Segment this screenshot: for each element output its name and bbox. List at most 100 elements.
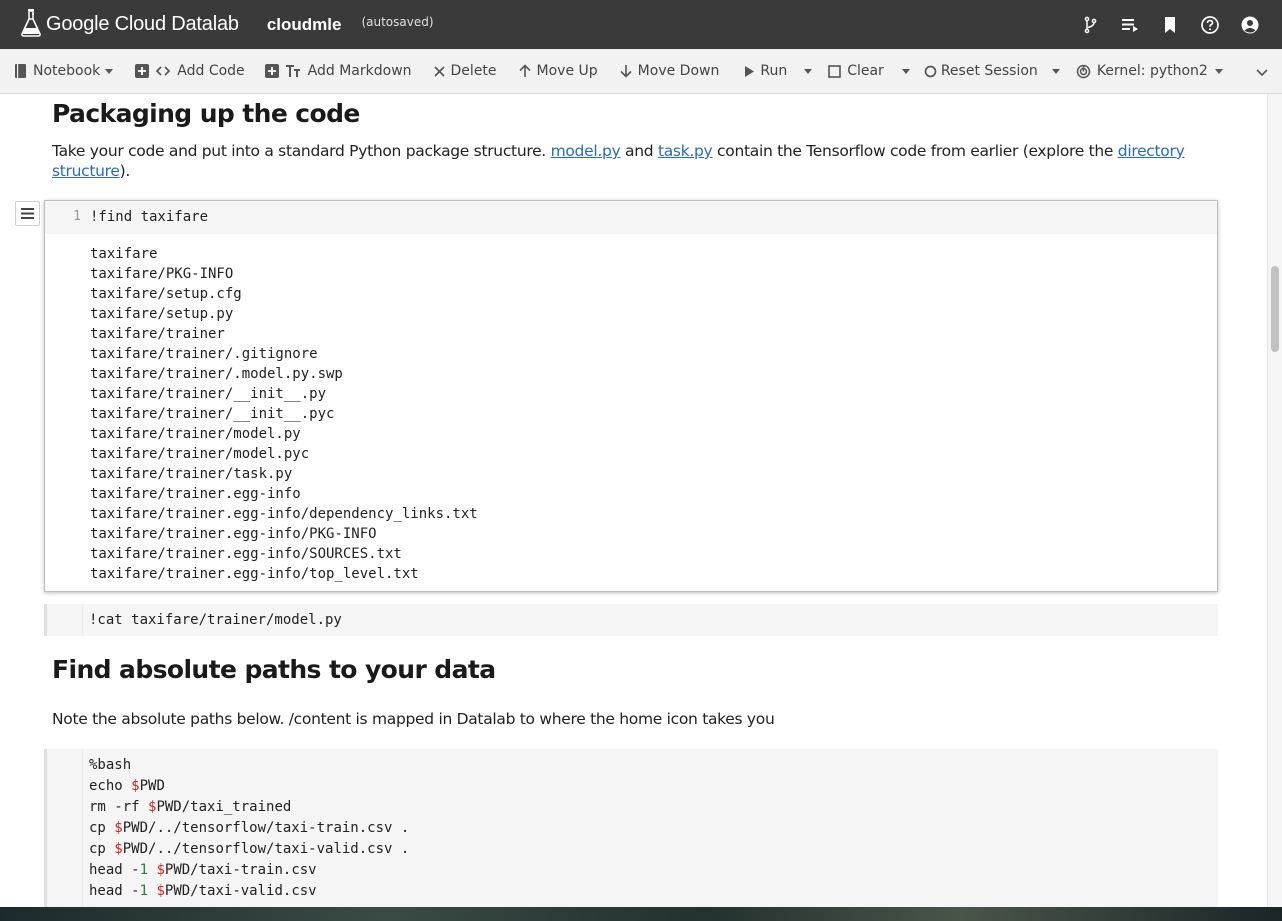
arrow-down-icon [620,64,632,78]
code-token: $ [114,820,123,836]
add-markdown-label: Add Markdown [307,63,412,79]
move-down-button[interactable]: Move Down [620,63,720,79]
code-token: $ [156,862,165,878]
move-down-label: Move Down [637,63,720,79]
code-line: !cat taxifare/trainer/model.py [89,612,342,628]
notebook-toolbar: Notebook Add Code Add Markdown Delete Mo… [0,49,1282,94]
code-cell-bash[interactable]: %bash echo $PWD rm -rf $ PWD/taxi_trainedcp… [44,749,1218,907]
clear-button[interactable]: Clear [828,63,884,79]
output-line: taxifare/trainer.egg-info [90,486,301,502]
close-icon [433,65,445,77]
cell-output: taxifare taxifare/PKG-INFO taxifare/setup.… [45,234,1217,584]
account-icon[interactable] [1240,15,1260,35]
branch-icon[interactable] [1080,15,1100,35]
desktop-background [0,907,1282,921]
bookmark-icon[interactable] [1160,15,1180,35]
output-line: taxifare/trainer/model.pyc [90,446,310,462]
move-up-label: Move Up [536,63,598,79]
top-icon-group [1080,0,1260,49]
add-box-icon [135,64,150,78]
output-line: taxifare/setup.cfg [90,286,242,302]
reset-session-button[interactable]: Reset Session [924,63,1038,79]
code-cell-cat[interactable]: !cat taxifare/trainer/model.py [44,604,1218,636]
add-code-label: Add Code [177,63,245,79]
add-markdown-button[interactable]: Add Markdown [264,63,412,79]
line-number: 1 [73,209,81,224]
notebook-name[interactable]: cloudmle [267,15,342,35]
output-line: taxifare/setup.py [90,306,234,322]
notebook-icon [15,64,27,78]
paragraph-text: contain the Tensorflow code from earlier… [717,142,1114,160]
code-line: %bash [89,755,409,776]
output-line: taxifare/trainer.egg-info/PKG-INFO [90,526,377,542]
datalab-window: Google Cloud Datalab cloudmle (autosaved… [0,0,1282,907]
chevron-down-icon [1214,68,1223,74]
code-line: echo $PWD [89,776,409,797]
output-line: taxifare [90,246,158,262]
model-py-link[interactable]: model.py [551,142,621,160]
chevron-down-icon [105,68,114,74]
code-line: !find taxifare [90,209,209,225]
add-code-button[interactable]: Add Code [135,63,245,79]
delete-label: Delete [450,63,497,79]
run-button[interactable]: Run [745,63,787,79]
datalab-flask-logo-icon [20,8,46,42]
code-token: PWD [139,778,165,794]
code-token: head - [89,862,140,878]
cell-gutter [47,749,83,907]
arrow-up-icon [518,64,531,78]
code-token: PWD/taxi_trained [156,799,292,815]
paragraph-text: Take your code and put into a standard P… [52,142,546,160]
code-brackets-icon [155,65,171,77]
delete-button[interactable]: Delete [433,63,497,79]
move-up-button[interactable]: Move Up [518,63,598,79]
notebook-scrollbar[interactable] [1267,94,1282,907]
paragraph-text: and [625,142,654,160]
kernel-select[interactable]: Kernel: python2 [1076,63,1223,79]
toolbar-expand-chevron-icon[interactable] [1256,65,1268,81]
play-icon [745,65,755,77]
clear-options-chevron-icon[interactable] [901,68,910,74]
task-py-link[interactable]: task.py [658,142,713,160]
output-line: taxifare/PKG-INFO [90,266,234,282]
output-line: taxifare/trainer/.model.py.swp [90,366,343,382]
playlist-icon[interactable] [1120,15,1140,35]
scrollbar-thumb[interactable] [1271,266,1279,352]
brand[interactable]: Google Cloud Datalab [20,8,239,42]
menu-icon [21,204,34,223]
save-status: (autosaved) [361,14,434,29]
absolute-paths-paragraph: Note the absolute paths below. /content … [52,710,775,728]
output-line: taxifare/trainer/task.py [90,466,293,482]
code-token: $ [156,883,165,899]
output-line: taxifare/trainer/__init__.py [90,386,327,402]
output-line: taxifare/trainer.egg-info/SOURCES.txt [90,546,402,562]
output-line: taxifare/trainer/__init__.pyc [90,406,335,422]
output-line: taxifare/trainer/.gitignore [90,346,318,362]
code-token: rm -rf [89,799,149,815]
run-options-chevron-icon[interactable] [804,68,813,74]
code-token: cp [89,820,115,836]
code-token: %bash [89,757,132,773]
output-line: taxifare/trainer/model.py [90,426,301,442]
code-token: cp [89,841,115,857]
code-token: 1 [139,883,149,899]
code-token: $ [131,778,140,794]
kernel-label: Kernel: python2 [1096,63,1208,79]
text-format-icon [285,64,302,78]
code-cell-find[interactable]: 1 !find taxifare taxifare taxifare/PKG-IN… [44,200,1218,592]
reset-options-chevron-icon[interactable] [1051,68,1060,74]
bash-code-lines: %bash echo $PWD rm -rf $ PWD/taxi_trainedcp… [89,755,409,902]
code-token: PWD/../tensorflow/taxi-valid.csv . [122,841,410,857]
section-heading-absolute-paths: Find absolute paths to your data [52,655,496,684]
add-box-icon [264,64,279,78]
top-bar: Google Cloud Datalab cloudmle (autosaved… [0,0,1282,49]
notebook-menu-button[interactable]: Notebook [15,63,114,79]
cell-menu-button[interactable] [15,201,40,226]
output-line: taxifare/trainer [90,326,225,342]
code-input[interactable]: 1 !find taxifare [45,201,1217,234]
cell-gutter [47,604,83,636]
code-token: PWD/taxi-valid.csv [164,883,317,899]
help-icon[interactable] [1200,15,1220,35]
code-token: head - [89,883,140,899]
circle-outline-icon [924,65,937,78]
